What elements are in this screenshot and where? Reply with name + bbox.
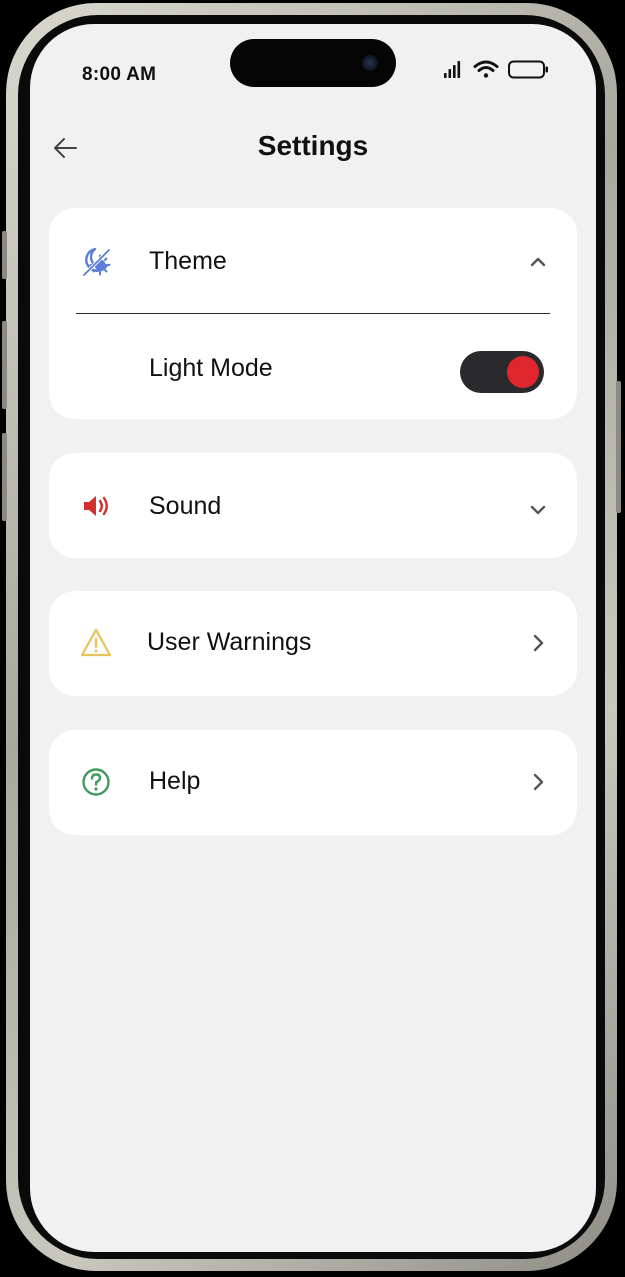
question-circle-icon — [82, 768, 110, 796]
dynamic-island — [230, 39, 396, 87]
volume-down-button — [2, 433, 7, 521]
volume-up-button — [2, 321, 7, 409]
page-title: Settings — [257, 130, 369, 161]
power-button — [616, 381, 621, 513]
help-card: Help — [49, 730, 577, 835]
divider — [76, 313, 550, 314]
status-time: 8:00 AM — [82, 64, 157, 85]
help-row[interactable]: Help — [49, 730, 577, 836]
chevron-up-icon[interactable] — [527, 251, 549, 273]
sound-row[interactable]: Sound — [49, 453, 577, 559]
warning-triangle-icon — [80, 628, 112, 657]
cellular-signal-icon — [444, 61, 461, 78]
chevron-down-icon[interactable] — [527, 499, 549, 521]
chevron-right-icon[interactable] — [527, 771, 549, 793]
chevron-right-icon[interactable] — [527, 632, 549, 654]
action-button — [2, 231, 7, 279]
theme-label: Theme — [149, 247, 227, 275]
theme-row[interactable]: Theme — [49, 208, 577, 314]
toggle-knob — [507, 356, 539, 388]
sound-card: Sound — [49, 453, 577, 558]
front-camera — [362, 55, 378, 71]
user-warnings-row[interactable]: User Warnings — [49, 591, 577, 697]
battery-icon — [508, 60, 548, 79]
theme-card: Theme Light Mode — [49, 208, 577, 419]
sound-label: Sound — [149, 492, 222, 520]
light-mode-toggle[interactable] — [460, 351, 544, 393]
help-label: Help — [149, 767, 201, 795]
user-warnings-card: User Warnings — [49, 591, 577, 696]
screen: 8:00 AM Settings Theme Light Mode Sound … — [30, 24, 596, 1252]
wifi-icon — [473, 60, 499, 78]
speaker-icon — [84, 496, 108, 516]
status-icons — [444, 60, 548, 79]
user-warnings-label: User Warnings — [147, 628, 312, 656]
light-mode-label: Light Mode — [149, 354, 273, 382]
day-night-icon — [82, 247, 111, 277]
